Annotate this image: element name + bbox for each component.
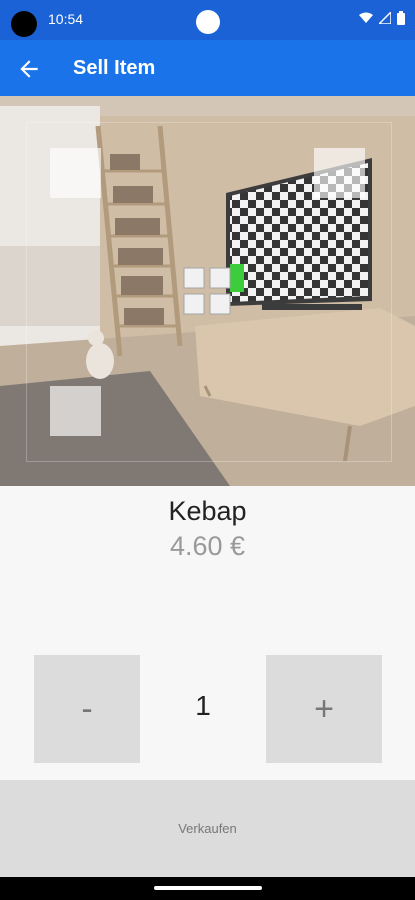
quantity-value: 1 bbox=[195, 690, 211, 721]
product-name: Kebap bbox=[168, 496, 247, 526]
decrease-quantity-button[interactable]: - bbox=[34, 655, 140, 763]
front-camera bbox=[11, 11, 37, 37]
page-title: Sell Item bbox=[73, 57, 156, 79]
notification-dot bbox=[196, 10, 220, 34]
arrow-left-icon[interactable] bbox=[16, 56, 42, 82]
wifi-icon bbox=[359, 12, 373, 23]
product-price: 4.60 € bbox=[169, 531, 246, 561]
status-time: 10:54 bbox=[48, 11, 84, 27]
camera-preview[interactable] bbox=[0, 96, 415, 486]
system-icons bbox=[359, 11, 405, 25]
scan-frame bbox=[26, 122, 392, 462]
signal-icon bbox=[379, 12, 391, 24]
app-bar: Sell Item bbox=[0, 40, 415, 96]
battery-icon bbox=[397, 11, 405, 25]
home-gesture-handle[interactable] bbox=[154, 886, 262, 890]
status-bar: 10:54 bbox=[0, 0, 415, 40]
sell-button[interactable]: Verkaufen bbox=[0, 780, 415, 877]
increase-quantity-button[interactable]: + bbox=[266, 655, 382, 763]
system-navigation-bar bbox=[0, 877, 415, 900]
